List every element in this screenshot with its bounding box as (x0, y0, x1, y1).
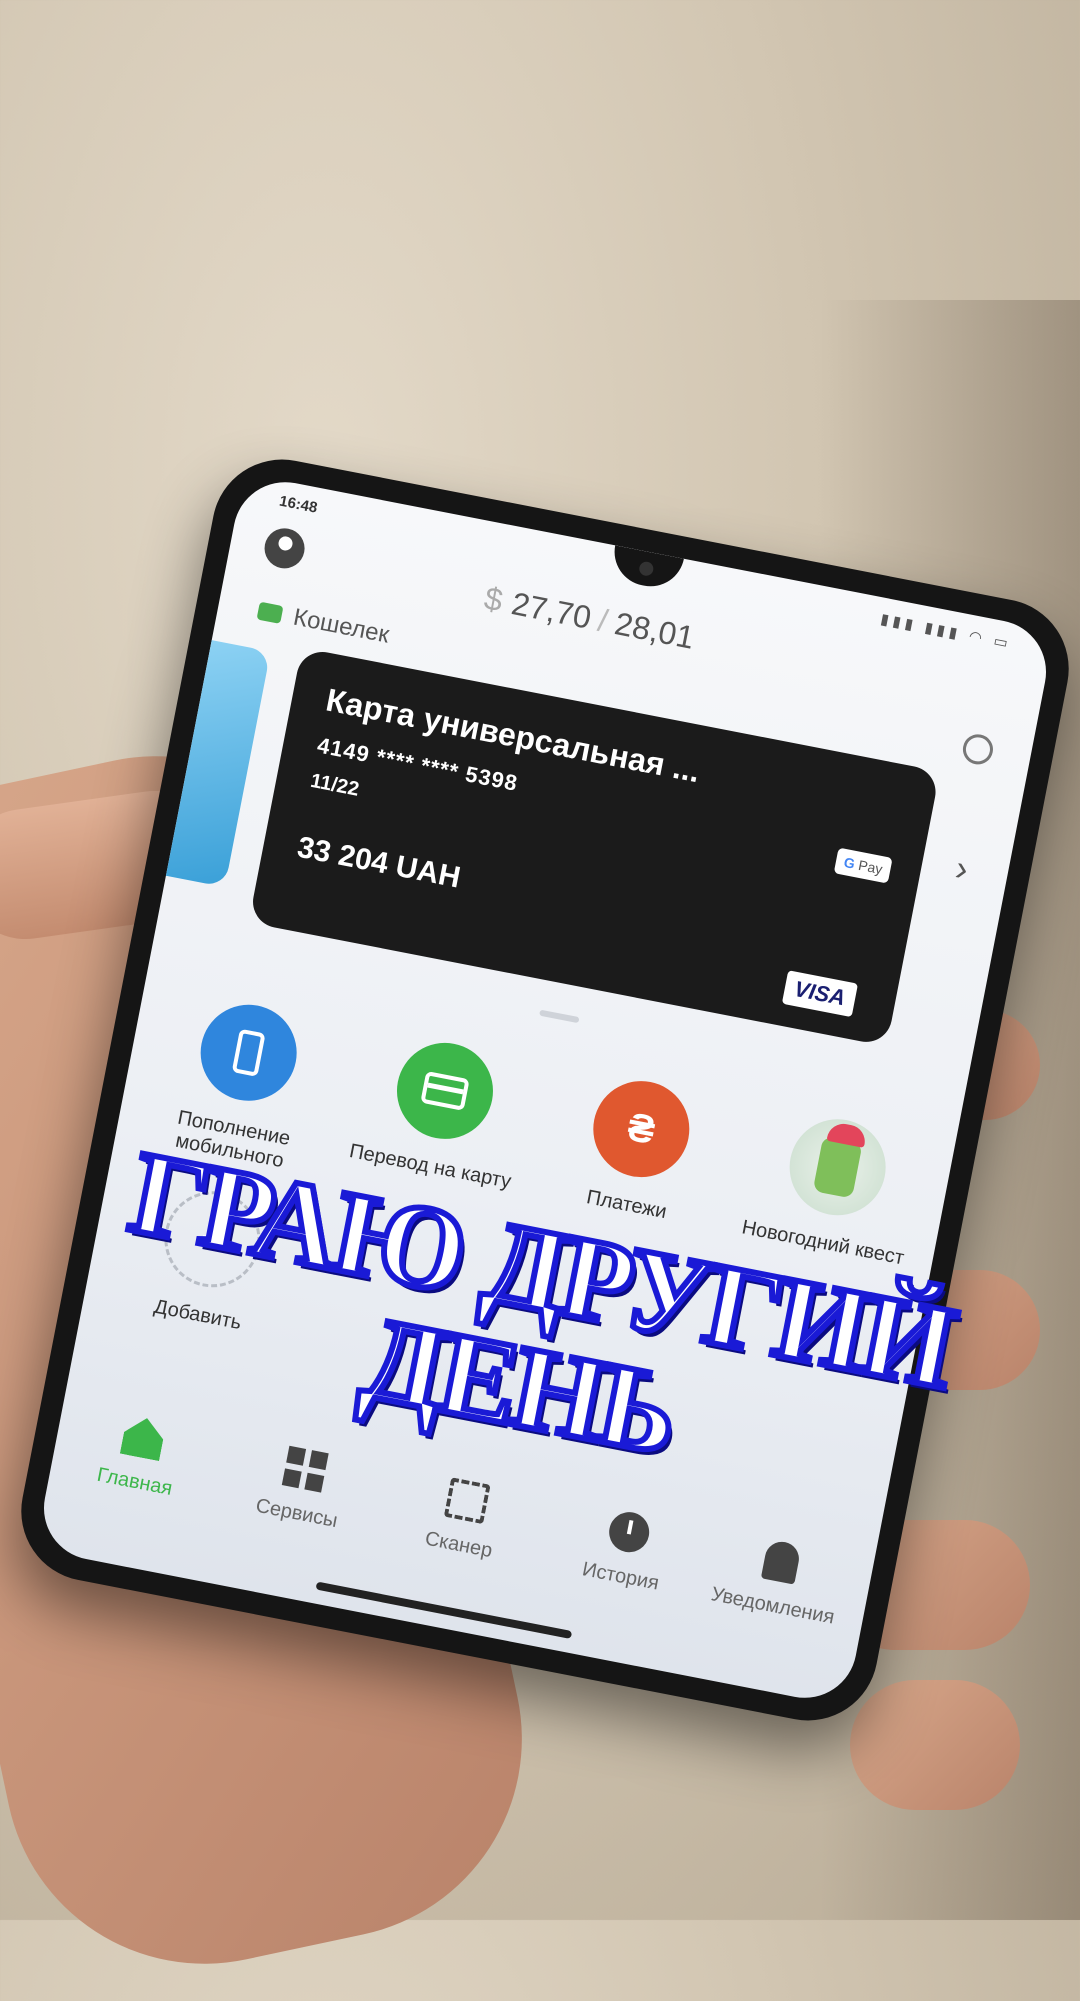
google-g-icon: G (842, 854, 857, 872)
card-balance: 33 204 UAH (294, 830, 464, 895)
wallet-icon (256, 601, 284, 624)
rate-sell: 28,01 (611, 605, 698, 656)
status-time: 16:48 (277, 492, 319, 517)
status-icons: ▮▮▮ ▮▮▮ ◠ ▭ (879, 610, 1014, 653)
currency-symbol: $ (481, 579, 506, 619)
chat-icon[interactable] (960, 731, 996, 767)
quest-icon (781, 1110, 894, 1224)
card-expiry: 11/22 (308, 769, 361, 801)
nav-label: Главная (95, 1463, 175, 1500)
rate-buy: 27,70 (508, 585, 595, 636)
nav-label: Уведомления (709, 1583, 837, 1629)
nav-label: История (580, 1558, 661, 1595)
phone-icon (192, 996, 305, 1110)
nav-label: Сканер (423, 1527, 495, 1563)
nav-scanner[interactable]: Сканер (373, 1465, 555, 1573)
wallet-label: Кошелек (291, 603, 392, 649)
nav-home[interactable]: Главная (49, 1402, 231, 1510)
rate-separator: / (595, 601, 611, 639)
home-icon (120, 1414, 167, 1461)
clock-icon (605, 1508, 653, 1556)
nav-label: Сервисы (253, 1494, 340, 1533)
hand-finger (850, 1680, 1020, 1810)
wallet-header: Кошелек (256, 597, 392, 650)
bell-icon (760, 1538, 802, 1585)
scan-icon (443, 1477, 491, 1525)
card-icon (388, 1034, 502, 1148)
bank-card[interactable]: Карта универсальная ... 4149 **** **** 5… (248, 647, 941, 1047)
visa-logo: VISA (781, 970, 859, 1018)
nav-services[interactable]: Сервисы (211, 1433, 393, 1541)
grid-icon (281, 1445, 329, 1493)
drag-handle[interactable] (539, 1009, 580, 1024)
chevron-right-icon[interactable]: › (952, 847, 972, 891)
gpay-label: Pay (857, 856, 884, 878)
profile-icon[interactable] (261, 524, 309, 572)
previous-card[interactable] (146, 636, 271, 888)
exchange-rates: $27,70/28,01 (481, 580, 697, 657)
nav-notifications[interactable]: Уведомления (687, 1526, 869, 1634)
hryvnia-icon: ₴ (585, 1072, 698, 1186)
google-pay-badge: G Pay (833, 847, 893, 884)
phone-screen: 16:48 ▮▮▮ ▮▮▮ ◠ ▭ $27,70/28,01 Кошелек К… (35, 473, 1055, 1707)
